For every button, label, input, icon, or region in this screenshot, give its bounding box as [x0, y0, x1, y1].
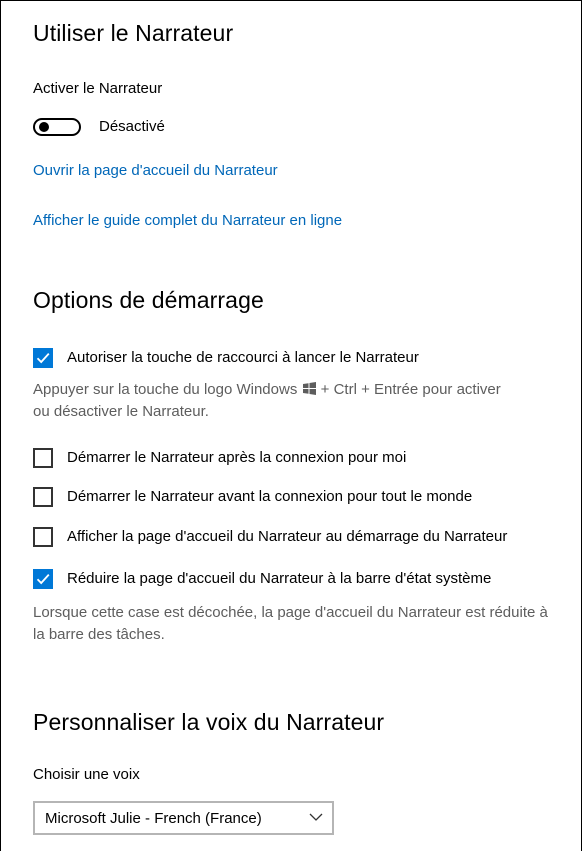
- checkbox-show-home-on-start[interactable]: [33, 527, 53, 547]
- checkbox-label-start-before-login: Démarrer le Narrateur avant la connexion…: [67, 488, 473, 505]
- narrator-toggle[interactable]: [33, 118, 81, 136]
- windows-logo-icon: [302, 382, 316, 395]
- voice-select-value: Microsoft Julie - French (France): [45, 810, 262, 827]
- checkbox-start-after-login[interactable]: [33, 448, 53, 468]
- shortcut-desc-part1: Appuyer sur la touche du logo Windows: [33, 381, 298, 398]
- checkbox-minimize-to-tray[interactable]: [33, 569, 53, 589]
- checkbox-label-show-home-on-start: Afficher la page d'accueil du Narrateur …: [67, 528, 508, 545]
- toggle-state-label: Désactivé: [99, 118, 165, 135]
- voice-select[interactable]: Microsoft Julie - French (France): [33, 801, 334, 835]
- choose-voice-label: Choisir une voix: [33, 766, 140, 783]
- toggle-knob: [39, 122, 49, 132]
- checkbox-shortcut-key[interactable]: [33, 348, 53, 368]
- checkbox-label-shortcut-key: Autoriser la touche de raccourci à lance…: [67, 349, 419, 366]
- chevron-down-icon: [309, 813, 323, 821]
- checkbox-label-start-after-login: Démarrer le Narrateur après la connexion…: [67, 449, 407, 466]
- section-title-startup: Options de démarrage: [33, 287, 264, 313]
- narrator-settings-panel: Utiliser le Narrateur Activer le Narrate…: [0, 0, 582, 851]
- checkmark-icon: [36, 352, 50, 364]
- section-title-narrator: Utiliser le Narrateur: [33, 20, 234, 46]
- checkbox-label-minimize-to-tray: Réduire la page d'accueil du Narrateur à…: [67, 570, 492, 587]
- enable-narrator-label: Activer le Narrateur: [33, 80, 163, 97]
- open-narrator-home-link[interactable]: Ouvrir la page d'accueil du Narrateur: [33, 162, 278, 179]
- checkmark-icon: [36, 573, 50, 585]
- narrator-guide-link[interactable]: Afficher le guide complet du Narrateur e…: [33, 212, 342, 229]
- shortcut-desc-part2: + Ctrl + Entrée pour activer: [320, 381, 501, 398]
- shortcut-desc-part3: ou désactiver le Narrateur.: [33, 403, 209, 420]
- shortcut-description: Appuyer sur la touche du logo Windows + …: [33, 379, 581, 423]
- minimize-description: Lorsque cette case est décochée, la page…: [33, 604, 548, 643]
- section-title-voice: Personnaliser la voix du Narrateur: [33, 709, 385, 735]
- checkbox-start-before-login[interactable]: [33, 487, 53, 507]
